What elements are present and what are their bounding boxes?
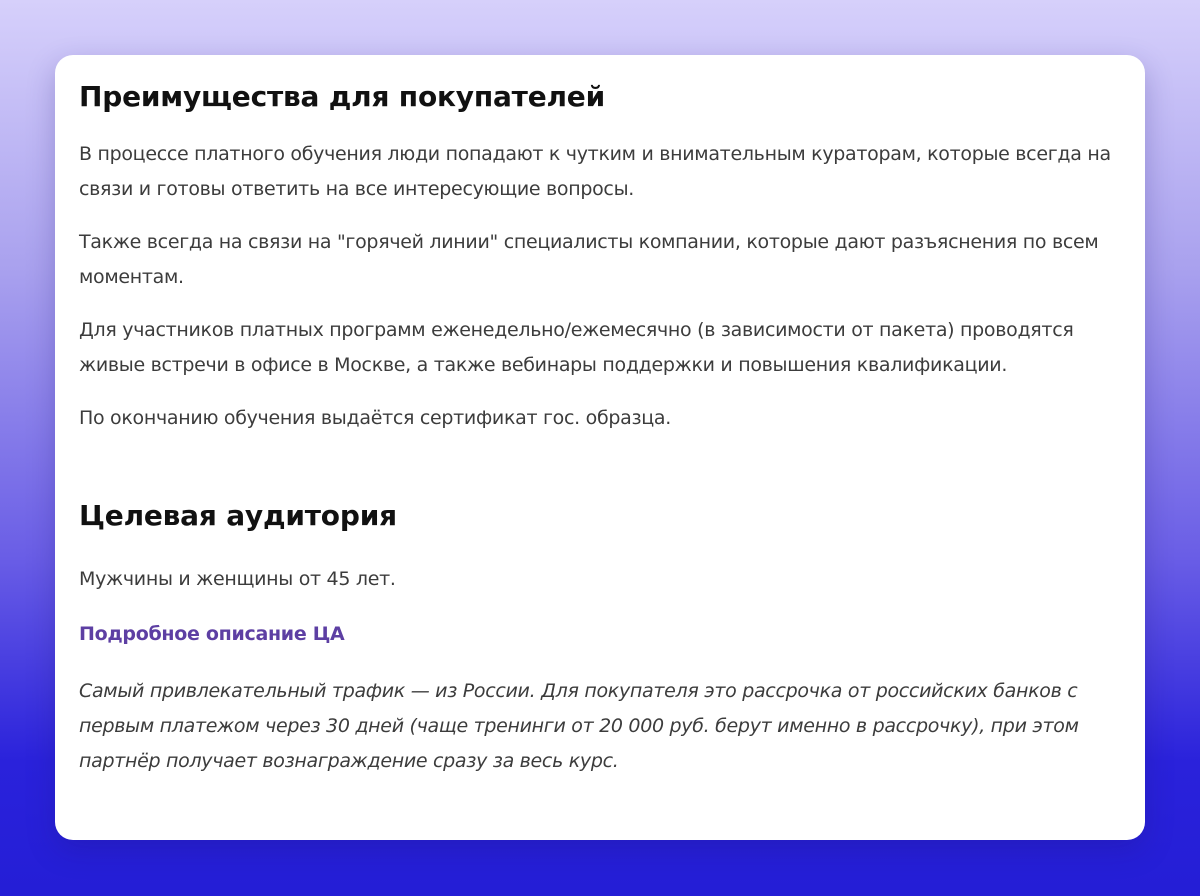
audience-link-row: Подробное описание ЦА <box>79 617 1121 652</box>
benefits-heading: Преимущества для покупателей <box>79 80 606 113</box>
audience-text: Мужчины и женщины от 45 лет. <box>79 568 396 590</box>
audience-details-link[interactable]: Подробное описание ЦА <box>79 623 345 645</box>
benefits-paragraph-hotline: Также всегда на связи на "горячей линии"… <box>79 231 1099 288</box>
benefits-paragraph-curators: В процессе платного обучения люди попада… <box>79 143 1111 200</box>
traffic-note: Самый привлекательный трафик — из России… <box>79 680 1079 772</box>
content-card: Преимущества для покупателей В процессе … <box>55 55 1145 840</box>
benefits-paragraph-certificate: По окончанию обучения выдаётся сертифика… <box>79 407 671 429</box>
benefits-paragraph-meetings: Для участников платных программ еженедел… <box>79 319 1074 376</box>
audience-heading: Целевая аудитория <box>79 499 397 532</box>
